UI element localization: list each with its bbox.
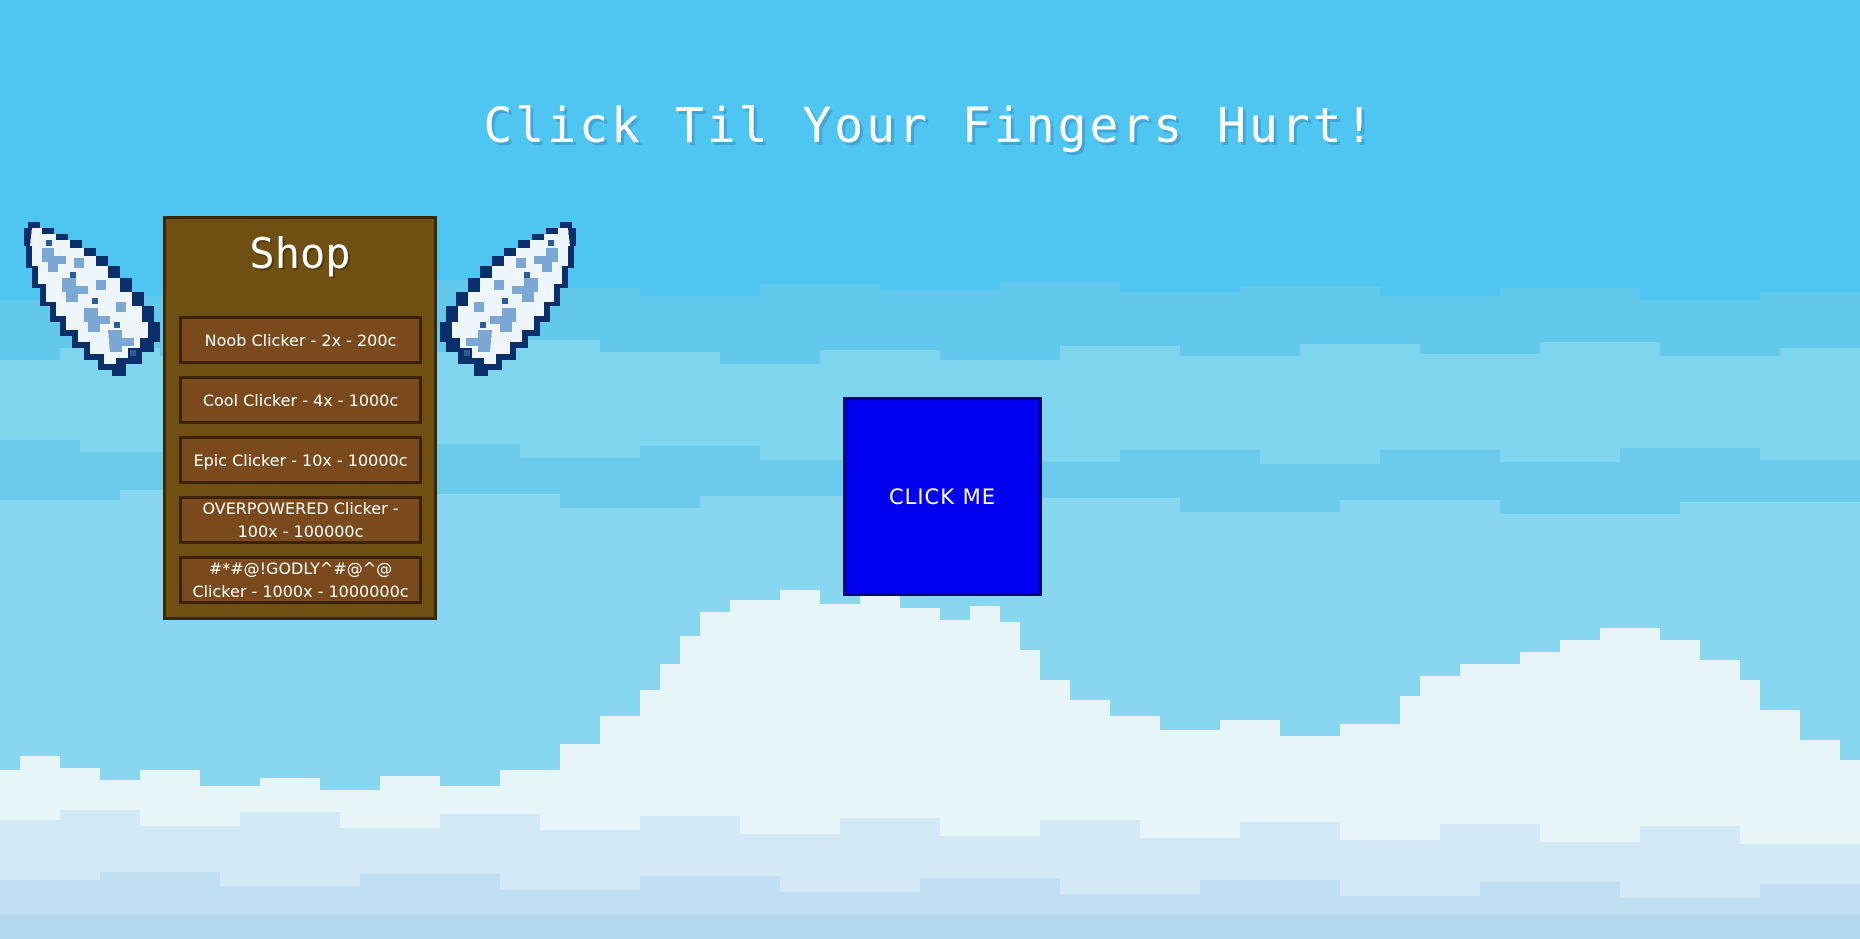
shop-item-godly-clicker[interactable]: #*#@!GODLY^#@^@ Clicker - 1000x - 100000… — [179, 556, 422, 604]
shop-panel: Shop Noob Clicker - 2x - 200c Cool Click… — [163, 216, 437, 620]
click-me-button[interactable]: CLICK ME — [843, 397, 1042, 596]
page-title: Click Til Your Fingers Hurt! — [483, 98, 1377, 154]
angel-wing-icon — [440, 222, 576, 376]
shop-item-epic-clicker[interactable]: Epic Clicker - 10x - 10000c — [179, 436, 422, 484]
shop-item-cool-clicker[interactable]: Cool Clicker - 4x - 1000c — [179, 376, 422, 424]
shop-item-overpowered-clicker[interactable]: OVERPOWERED Clicker - 100x - 100000c — [179, 496, 422, 544]
shop-item-noob-clicker[interactable]: Noob Clicker - 2x - 200c — [179, 316, 422, 364]
shop-title: Shop — [249, 229, 351, 278]
angel-wing-icon — [24, 222, 160, 376]
